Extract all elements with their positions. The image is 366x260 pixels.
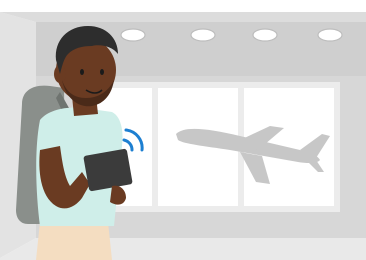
illustration-scene bbox=[0, 0, 366, 260]
ceiling-edge bbox=[0, 12, 366, 22]
right-eye bbox=[100, 69, 104, 75]
ceiling-light-icon bbox=[190, 28, 216, 42]
tablet-icon bbox=[83, 148, 133, 192]
ceiling-light-icon bbox=[317, 28, 343, 42]
pants bbox=[36, 222, 112, 260]
ceiling-light-icon bbox=[252, 28, 278, 42]
scene-svg bbox=[0, 0, 366, 260]
left-eye bbox=[80, 69, 84, 75]
ceiling-light-icon bbox=[120, 28, 146, 42]
